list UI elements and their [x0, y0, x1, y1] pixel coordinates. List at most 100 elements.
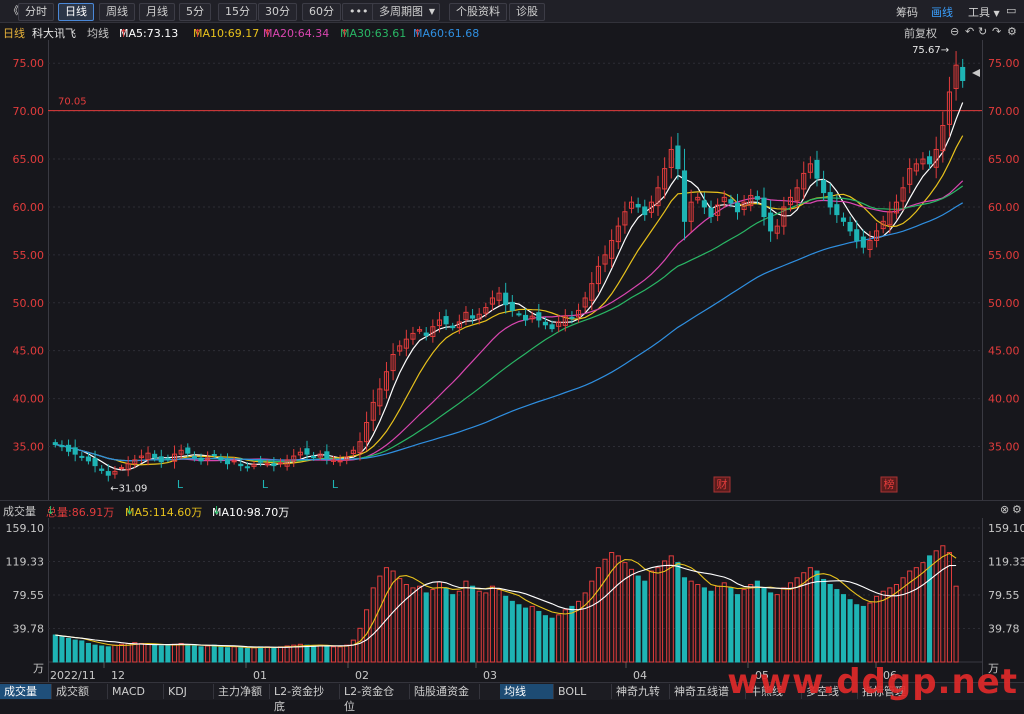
- collapse-icon[interactable]: ▭: [1006, 4, 1016, 17]
- stock-info-button[interactable]: 个股资料: [449, 3, 507, 21]
- period-label: 日线: [3, 27, 25, 40]
- volume-bar: [357, 627, 363, 663]
- volume-bar: [410, 587, 416, 663]
- candle-body: [59, 445, 65, 448]
- volume-bar: [741, 589, 747, 663]
- indicator-tab-9[interactable]: BOLL: [554, 684, 612, 699]
- refresh-icon[interactable]: ↻: [978, 25, 987, 38]
- volume-bar: [887, 587, 893, 663]
- indicator-tab-10[interactable]: 神奇九转: [612, 684, 670, 699]
- candle-body: [509, 301, 515, 311]
- candle-body: [847, 221, 853, 232]
- volume-bar: [191, 645, 197, 663]
- indicator-tab-4[interactable]: 主力净额: [214, 684, 270, 699]
- volume-bar: [112, 644, 118, 663]
- volume-tick-right: 119.33: [988, 555, 1024, 568]
- volume-bar: [536, 610, 542, 663]
- indicator-tab-8[interactable]: 均线: [500, 684, 554, 699]
- volume-bar: [205, 645, 211, 663]
- volume-bar: [317, 644, 323, 663]
- volume-bar: [377, 575, 383, 663]
- volume-bar: [814, 570, 820, 663]
- volume-bar: [821, 578, 827, 663]
- period-tab-4[interactable]: 5分: [179, 3, 211, 21]
- candle-body: [734, 202, 741, 213]
- period-tab-0[interactable]: 分时: [18, 3, 54, 21]
- volume-bar: [92, 644, 98, 663]
- period-tab-1[interactable]: 日线: [58, 3, 94, 21]
- volume-bar: [920, 562, 926, 663]
- undo-icon[interactable]: ↶: [965, 25, 974, 38]
- volume-bar: [655, 567, 661, 663]
- candle-body: [834, 204, 840, 216]
- chips-button[interactable]: 筹码: [896, 4, 918, 20]
- period-tab-5[interactable]: 15分: [218, 3, 257, 21]
- settings-icon[interactable]: ⚙: [1007, 25, 1017, 38]
- redo-icon[interactable]: ↷: [992, 25, 1001, 38]
- candle-body: [304, 448, 310, 455]
- candle-body: [675, 145, 681, 170]
- y-tick-label-right: 45.00: [988, 345, 1020, 358]
- candle-body: [927, 156, 933, 165]
- indicator-tab-1[interactable]: 成交额: [52, 684, 108, 699]
- volume-bar: [589, 580, 595, 663]
- period-tab-2[interactable]: 周线: [99, 3, 135, 21]
- candle-body: [238, 463, 244, 467]
- multi-period-dropdown[interactable]: 多周期图 ▼: [372, 3, 440, 21]
- period-tab-6[interactable]: 30分: [258, 3, 297, 21]
- volume-bar: [476, 590, 482, 663]
- volume-chart[interactable]: 159.10 159.10 119.33 119.33 79.55 79.55 39.78 3…: [0, 518, 1024, 682]
- draw-line-button[interactable]: 画线: [931, 4, 953, 20]
- candle-body: [66, 444, 72, 452]
- candle-body: [85, 456, 91, 462]
- volume-bar: [701, 587, 707, 663]
- indicator-tab-6[interactable]: L2-资金仓位: [340, 684, 410, 713]
- period-tab-3[interactable]: 月线: [139, 3, 175, 21]
- event-marker: L: [332, 478, 339, 491]
- volume-bar: [615, 555, 621, 663]
- indicator-tab-3[interactable]: KDJ: [164, 684, 214, 699]
- candle-body: [569, 316, 575, 319]
- volume-bar: [489, 585, 495, 663]
- volume-bar: [542, 615, 548, 663]
- price-chart[interactable]: 75.00 75.00 70.00 70.00 65.00 65.00 60.00 60.00…: [0, 40, 1024, 500]
- chevron-down-icon: ▼: [993, 9, 1000, 18]
- x-tick-label: 04: [633, 669, 647, 682]
- panel-divider[interactable]: [0, 500, 1024, 501]
- volume-bar: [403, 584, 409, 663]
- more-button[interactable]: •••: [342, 3, 376, 21]
- ma-label[interactable]: 均线: [87, 25, 109, 41]
- settings-icon[interactable]: ⚙: [1012, 503, 1022, 516]
- period-tab-7[interactable]: 60分: [302, 3, 341, 21]
- indicator-tab-5[interactable]: L2-资金抄底: [270, 684, 340, 713]
- volume-bar: [264, 646, 270, 663]
- indicator-tab-2[interactable]: MACD: [108, 684, 164, 699]
- volume-tick-right: 39.78: [988, 622, 1020, 635]
- volume-bar: [840, 594, 847, 663]
- candle-body: [99, 468, 105, 471]
- candle-body: [152, 453, 158, 459]
- candle-body: [277, 462, 284, 465]
- zoom-out-icon[interactable]: ⊖: [950, 25, 959, 38]
- event-marker: L: [262, 478, 269, 491]
- x-tick-label: 2022/11: [50, 669, 96, 682]
- indicator-tab-0[interactable]: 成交量: [0, 684, 52, 699]
- volume-bar: [291, 644, 297, 663]
- candle-body: [503, 292, 509, 306]
- y-tick-label-left: 60.00: [13, 201, 45, 214]
- volume-bar: [383, 567, 390, 663]
- volume-bar: [688, 580, 694, 663]
- event-marker: 榜: [884, 477, 895, 491]
- indicator-tab-7[interactable]: 陆股通资金: [410, 684, 480, 699]
- diagnose-button[interactable]: 诊股: [509, 3, 545, 21]
- candle-body: [549, 324, 555, 330]
- tools-dropdown[interactable]: 工具 ▼: [968, 4, 1000, 20]
- volume-bar: [556, 614, 562, 663]
- volume-bar: [52, 634, 58, 663]
- close-icon[interactable]: ⊗: [1000, 503, 1009, 516]
- volume-bar: [152, 644, 158, 663]
- y-tick-label-left: 65.00: [13, 153, 45, 166]
- volume-bar: [913, 567, 919, 663]
- candle-body: [761, 197, 767, 218]
- restore-dropdown[interactable]: 前复权: [904, 25, 937, 41]
